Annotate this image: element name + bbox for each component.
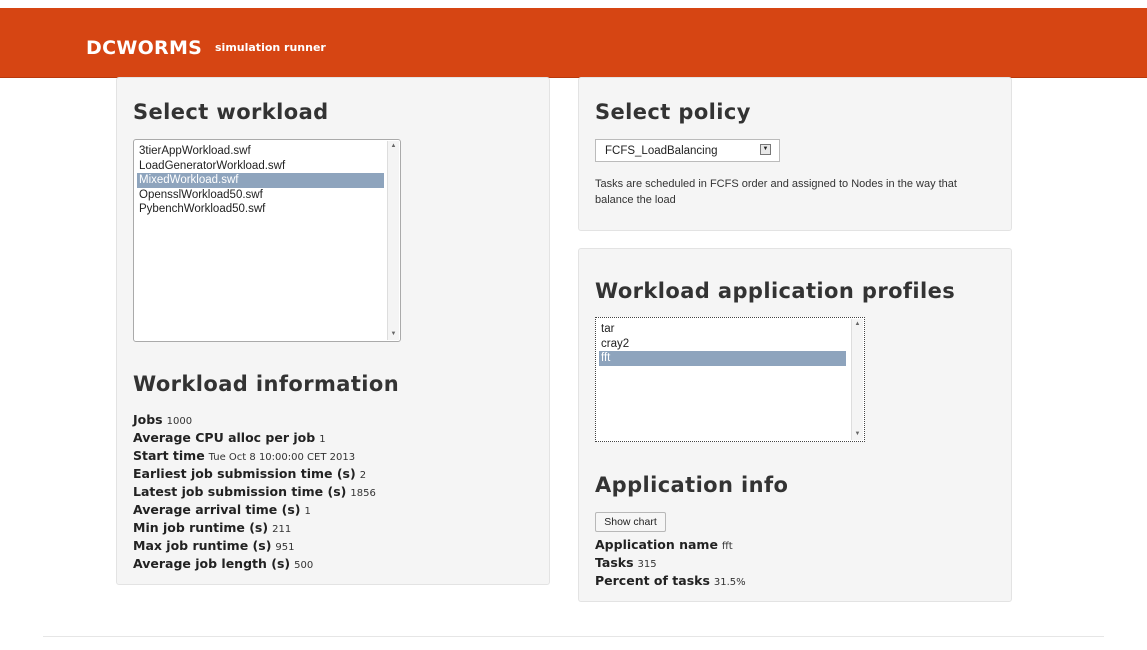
select-policy-title: Select policy (595, 100, 751, 124)
info-row-avg-length: Average job length (s) 500 (133, 553, 313, 572)
info-row-min-runtime: Min job runtime (s) 211 (133, 517, 291, 536)
workload-scrollbar[interactable]: ▲ ▼ (387, 141, 399, 340)
policy-description-line: Tasks are scheduled in FCFS order and as… (595, 178, 957, 190)
brand-tagline: simulation runner (215, 41, 326, 54)
info-value: 1 (304, 506, 311, 517)
scroll-down-icon[interactable]: ▼ (852, 429, 863, 440)
profiles-scrollbar[interactable]: ▲ ▼ (851, 319, 863, 440)
workload-option[interactable]: 3tierAppWorkload.swf (137, 144, 384, 159)
workload-profiles-title: Workload application profiles (595, 279, 956, 303)
application-info-title: Application info (595, 473, 789, 497)
show-chart-button[interactable]: Show chart (595, 512, 666, 532)
window-top-strip (0, 0, 1147, 8)
select-workload-title: Select workload (133, 100, 329, 124)
app-info-row-tasks: Tasks 315 (595, 552, 657, 571)
info-label: Start time (133, 448, 205, 463)
info-value: 211 (272, 524, 292, 535)
info-label: Earliest job submission time (s) (133, 466, 356, 481)
policy-description-line: balance the load (595, 194, 676, 206)
scroll-up-icon[interactable]: ▲ (388, 141, 399, 152)
policy-panel: Select policy FCFS_LoadBalancing ▼ Tasks… (578, 77, 1012, 231)
profile-option-selected[interactable]: fft (599, 351, 846, 366)
info-value: Tue Oct 8 10:00:00 CET 2013 (208, 452, 356, 463)
info-row-latest-submission: Latest job submission time (s) 1856 (133, 481, 376, 500)
info-label: Average job length (s) (133, 556, 291, 571)
profile-option[interactable]: tar (599, 322, 846, 337)
info-value: 2 (359, 470, 367, 481)
policy-select[interactable]: FCFS_LoadBalancing ▼ (595, 139, 780, 162)
info-label: Application name (595, 537, 718, 552)
app-info-row-percent: Percent of tasks 31.5% (595, 570, 746, 589)
info-value: 1856 (350, 488, 376, 499)
info-row-avg-arrival: Average arrival time (s) 1 (133, 499, 311, 518)
workload-option-selected[interactable]: MixedWorkload.swf (137, 173, 384, 188)
profile-option[interactable]: cray2 (599, 337, 846, 352)
info-label: Tasks (595, 555, 634, 570)
policy-description: Tasks are scheduled in FCFS order and as… (595, 176, 1005, 208)
info-row-max-runtime: Max job runtime (s) 951 (133, 535, 295, 554)
brand-logo[interactable]: DCWORMS (86, 37, 202, 59)
info-value: 500 (294, 560, 314, 571)
info-value: 31.5% (713, 577, 746, 588)
workload-option[interactable]: OpensslWorkload50.swf (137, 188, 384, 203)
workload-listbox[interactable]: 3tierAppWorkload.swf LoadGeneratorWorklo… (133, 139, 401, 342)
navbar: DCWORMS simulation runner (0, 8, 1147, 78)
info-label: Average CPU alloc per job (133, 430, 316, 445)
profiles-list: tar cray2 fft (599, 322, 846, 366)
footer-divider (43, 636, 1104, 637)
profiles-listbox[interactable]: tar cray2 fft ▲ ▼ (595, 317, 865, 442)
workload-list: 3tierAppWorkload.swf LoadGeneratorWorklo… (137, 144, 384, 217)
workload-option[interactable]: LoadGeneratorWorkload.swf (137, 159, 384, 174)
info-label: Percent of tasks (595, 573, 710, 588)
profiles-panel: Workload application profiles tar cray2 … (578, 248, 1012, 602)
workload-panel: Select workload 3tierAppWorkload.swf Loa… (116, 77, 550, 585)
info-row-avg-cpu: Average CPU alloc per job 1 (133, 427, 326, 446)
info-value: 315 (637, 559, 657, 570)
app-info-row-name: Application name fft (595, 534, 733, 553)
workload-information-title: Workload information (133, 372, 400, 396)
dropdown-arrow-icon[interactable]: ▼ (760, 144, 771, 155)
info-label: Max job runtime (s) (133, 538, 272, 553)
scroll-down-icon[interactable]: ▼ (388, 329, 399, 340)
info-label: Latest job submission time (s) (133, 484, 347, 499)
workload-option[interactable]: PybenchWorkload50.swf (137, 202, 384, 217)
info-row-jobs: Jobs 1000 (133, 409, 192, 428)
info-row-earliest-submission: Earliest job submission time (s) 2 (133, 463, 366, 482)
policy-selected-value: FCFS_LoadBalancing (605, 145, 718, 157)
info-value: 1 (319, 434, 326, 445)
info-value: 1000 (166, 416, 193, 427)
info-label: Min job runtime (s) (133, 520, 269, 535)
scroll-up-icon[interactable]: ▲ (852, 319, 863, 330)
info-label: Jobs (133, 412, 163, 427)
info-value: 951 (275, 542, 295, 553)
info-row-start-time: Start time Tue Oct 8 10:00:00 CET 2013 (133, 445, 355, 464)
info-label: Average arrival time (s) (133, 502, 301, 517)
info-value: fft (721, 541, 733, 552)
